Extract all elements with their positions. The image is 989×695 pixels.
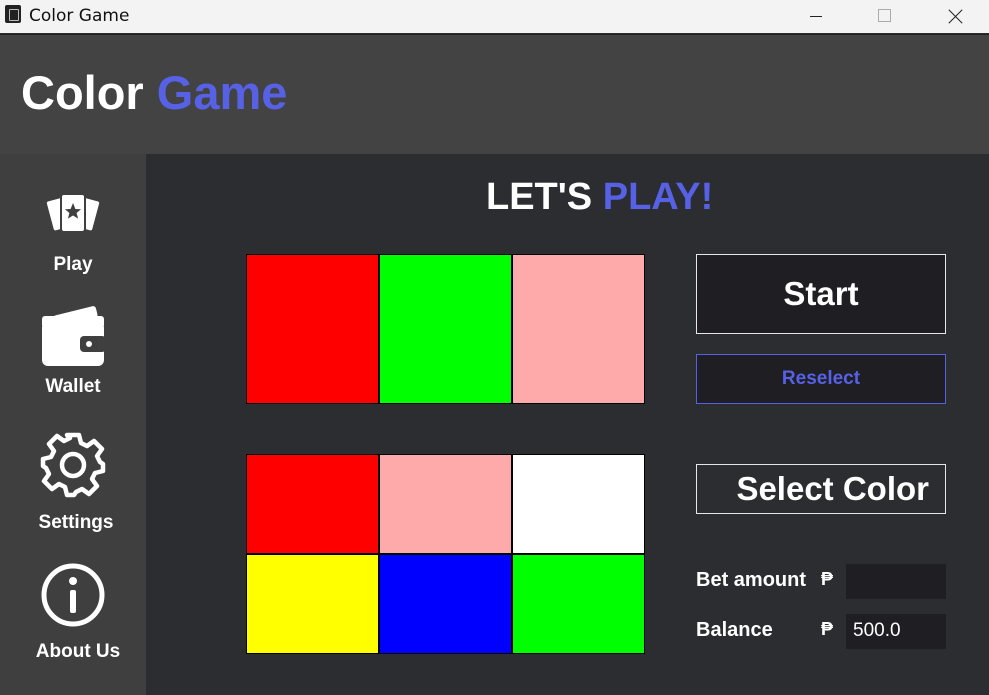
reselect-button[interactable]: Reselect xyxy=(696,354,946,404)
close-button[interactable] xyxy=(932,0,978,33)
play-heading-part1: LET'S xyxy=(486,176,593,218)
cards-icon xyxy=(45,193,101,233)
sidebar-item-label: Wallet xyxy=(45,376,101,397)
sidebar-item-settings[interactable]: Settings xyxy=(0,432,146,534)
bet-amount-input[interactable] xyxy=(846,564,946,599)
palette-color-pink[interactable] xyxy=(379,454,512,554)
play-heading: LET'S PLAY! xyxy=(486,176,713,219)
palette-color-blue[interactable] xyxy=(379,554,512,654)
balance-currency-symbol: ₱ xyxy=(821,619,834,639)
start-button[interactable]: Start xyxy=(696,254,946,334)
title-bar: Color Game xyxy=(0,0,989,33)
sidebar-item-label: Play xyxy=(53,254,93,275)
wallet-icon xyxy=(42,306,106,366)
palette-color-yellow[interactable] xyxy=(246,554,379,654)
app-header: Color Game xyxy=(0,34,989,155)
balance-value: 500.0 xyxy=(846,614,946,649)
maximize-button[interactable] xyxy=(861,0,907,33)
bet-currency-symbol: ₱ xyxy=(821,569,834,589)
sidebar-item-about-us[interactable]: About Us xyxy=(0,561,146,663)
sidebar: Play Wallet Settings About Us xyxy=(0,154,146,695)
result-tile xyxy=(512,254,645,404)
balance-label: Balance xyxy=(696,619,773,641)
select-color-button[interactable]: Select Color xyxy=(696,464,946,514)
sidebar-item-play[interactable]: Play xyxy=(0,192,146,276)
window-title: Color Game xyxy=(29,6,130,26)
main-panel: LET'S PLAY! Start Reselect Select Color … xyxy=(146,154,989,695)
palette-color-white[interactable] xyxy=(512,454,645,554)
result-tile xyxy=(246,254,379,404)
app-title-part1: Color xyxy=(21,66,144,119)
play-heading-part2: PLAY! xyxy=(602,176,714,218)
bet-amount-label: Bet amount xyxy=(696,569,806,591)
palette-color-green[interactable] xyxy=(512,554,645,654)
sidebar-item-label: Settings xyxy=(38,512,114,533)
app-title: Color Game xyxy=(21,65,287,120)
minimize-button[interactable] xyxy=(793,0,839,33)
gear-icon xyxy=(40,432,106,498)
sidebar-item-label: About Us xyxy=(35,641,121,662)
info-icon xyxy=(41,563,105,627)
palette-color-red[interactable] xyxy=(246,454,379,554)
result-tile xyxy=(379,254,512,404)
sidebar-item-wallet[interactable]: Wallet xyxy=(0,302,146,398)
app-icon xyxy=(5,5,21,23)
app-title-part2: Game xyxy=(156,66,288,119)
